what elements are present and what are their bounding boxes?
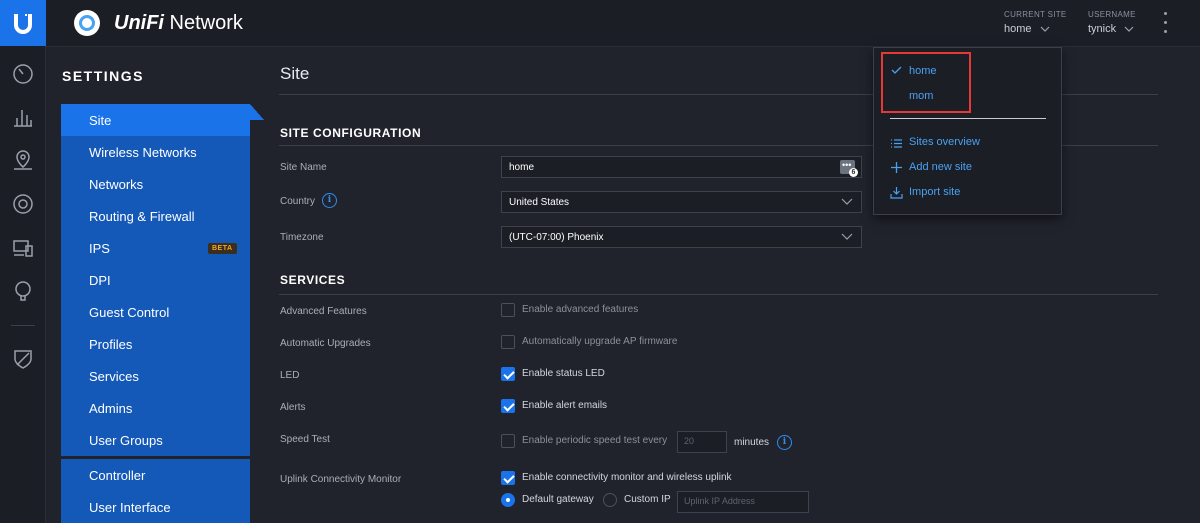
- username-value: tynick: [1088, 23, 1117, 35]
- custom-ip-radio[interactable]: [603, 493, 617, 507]
- auto-upgrade-checkbox[interactable]: [501, 335, 515, 349]
- led-label: LED: [280, 370, 300, 381]
- left-rail: [0, 0, 46, 523]
- nav-item-wireless-networks[interactable]: Wireless Networks: [61, 136, 250, 168]
- username-selector[interactable]: USERNAME tynick: [1088, 10, 1136, 35]
- map-icon[interactable]: [11, 148, 35, 172]
- beta-badge: BETA: [208, 243, 237, 254]
- nav-item-guest-control[interactable]: Guest Control: [61, 296, 250, 328]
- nav-item-dpi[interactable]: DPI: [61, 264, 250, 296]
- uplink-monitor-checkbox[interactable]: [501, 471, 515, 485]
- clients-icon[interactable]: [11, 236, 35, 260]
- site-configuration-heading: SITE CONFIGURATION: [280, 126, 422, 140]
- nav-item-ips[interactable]: IPS BETA: [61, 232, 250, 264]
- default-gateway-text: Default gateway: [522, 494, 594, 505]
- alert-emails-text: Enable alert emails: [522, 400, 608, 411]
- timezone-label: Timezone: [280, 232, 324, 243]
- site-option-mom[interactable]: mom: [909, 90, 933, 102]
- uplink-monitor-text: Enable connectivity monitor and wireless…: [522, 472, 732, 483]
- status-led-text: Enable status LED: [522, 368, 605, 379]
- nav-item-controller[interactable]: Controller: [61, 459, 250, 491]
- nav-item-admins[interactable]: Admins: [61, 392, 250, 424]
- advanced-features-label: Advanced Features: [280, 306, 367, 317]
- speed-test-label: Speed Test: [280, 434, 330, 445]
- uplink-ip-input[interactable]: Uplink IP Address: [677, 491, 809, 513]
- list-icon: [891, 139, 902, 148]
- active-indicator: [250, 104, 264, 120]
- site-name-label: Site Name: [280, 162, 327, 173]
- nav-item-user-interface[interactable]: User Interface: [61, 491, 250, 523]
- rail-divider: [11, 325, 35, 326]
- nav-item-user-groups[interactable]: User Groups: [61, 424, 250, 456]
- info-icon[interactable]: i: [777, 435, 792, 450]
- alerts-label: Alerts: [280, 402, 306, 413]
- custom-ip-text: Custom IP: [624, 494, 671, 505]
- country-select[interactable]: United States: [501, 191, 862, 213]
- site-dropdown: home mom Sites overview Add new site Imp…: [873, 47, 1062, 215]
- chevron-down-icon: [1040, 26, 1049, 32]
- add-new-site-link[interactable]: Add new site: [909, 161, 972, 173]
- insights-icon[interactable]: [11, 279, 35, 303]
- dashboard-icon[interactable]: [11, 62, 35, 86]
- settings-title: SETTINGS: [62, 68, 145, 84]
- import-site-link[interactable]: Import site: [909, 186, 960, 198]
- alert-emails-checkbox[interactable]: [501, 399, 515, 413]
- username-label: USERNAME: [1088, 10, 1136, 19]
- chevron-down-icon: [841, 198, 853, 205]
- chevron-down-icon: [1124, 26, 1134, 32]
- devices-icon[interactable]: [11, 192, 35, 216]
- services-heading: SERVICES: [280, 273, 346, 287]
- more-menu-icon[interactable]: [1162, 12, 1168, 36]
- import-icon: [890, 187, 903, 199]
- minutes-label: minutes: [734, 437, 770, 448]
- current-site-value: home: [1004, 23, 1032, 35]
- brand[interactable]: UniFi Network: [74, 10, 243, 36]
- current-site-label: CURRENT SITE: [1004, 10, 1067, 19]
- statistics-icon[interactable]: [11, 105, 35, 129]
- ubiquiti-logo-icon[interactable]: [0, 0, 46, 46]
- automatic-upgrades-label: Automatic Upgrades: [280, 338, 371, 349]
- nav-item-site[interactable]: Site: [61, 104, 250, 136]
- status-led-checkbox[interactable]: [501, 367, 515, 381]
- info-icon[interactable]: i: [322, 193, 337, 208]
- check-icon: [891, 66, 902, 74]
- highlight-box: [881, 52, 971, 113]
- current-site-selector[interactable]: CURRENT SITE home: [1004, 10, 1067, 35]
- plus-icon: [891, 162, 902, 173]
- shield-icon[interactable]: [11, 347, 35, 371]
- default-gateway-radio[interactable]: [501, 493, 515, 507]
- nav-item-networks[interactable]: Networks: [61, 168, 250, 200]
- advanced-features-checkbox[interactable]: [501, 303, 515, 317]
- nav-item-profiles[interactable]: Profiles: [61, 328, 250, 360]
- site-name-input[interactable]: home ••• 6: [501, 156, 862, 178]
- timezone-select[interactable]: (UTC-07:00) Phoenix: [501, 226, 862, 248]
- app-title: UniFi Network: [114, 11, 243, 34]
- country-label: Country: [280, 196, 316, 207]
- site-option-home[interactable]: home: [909, 65, 937, 77]
- dropdown-divider: [890, 118, 1046, 119]
- unifi-logo-icon: [74, 10, 100, 36]
- speed-test-checkbox[interactable]: [501, 434, 515, 448]
- nav-item-services[interactable]: Services: [61, 360, 250, 392]
- password-manager-icon[interactable]: ••• 6: [840, 160, 858, 177]
- speed-test-text: Enable periodic speed test every: [522, 435, 668, 446]
- uplink-monitor-label: Uplink Connectivity Monitor: [280, 474, 402, 485]
- page-title: Site: [280, 64, 310, 83]
- top-bar: UniFi Network CURRENT SITE home USERNAME…: [46, 0, 1200, 47]
- advanced-features-text: Enable advanced features: [522, 304, 639, 315]
- speed-test-interval-input[interactable]: 20: [677, 431, 727, 453]
- sites-overview-link[interactable]: Sites overview: [909, 136, 980, 148]
- nav-item-routing-firewall[interactable]: Routing & Firewall: [61, 200, 250, 232]
- chevron-down-icon: [841, 233, 853, 240]
- auto-upgrade-text: Automatically upgrade AP firmware: [522, 336, 678, 347]
- divider: [279, 294, 1158, 295]
- settings-nav: Site Wireless Networks Networks Routing …: [61, 104, 250, 523]
